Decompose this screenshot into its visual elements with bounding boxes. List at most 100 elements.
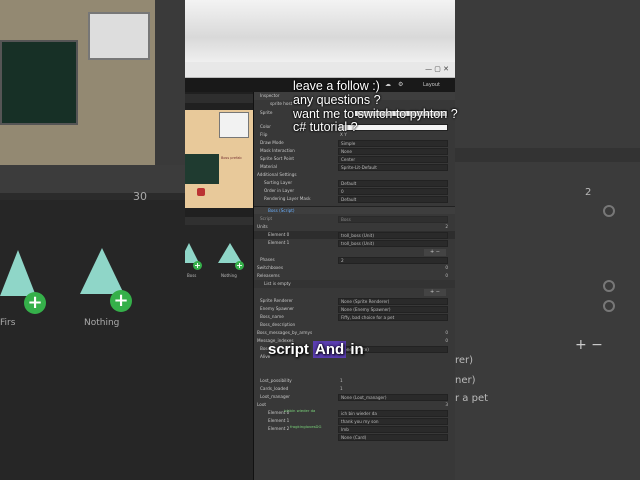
loot-element-2-field[interactable]: lmb	[338, 425, 448, 433]
scene-frame	[219, 112, 249, 138]
script-label: Script	[260, 216, 273, 221]
script-field: Boss	[338, 215, 448, 223]
releasems-row[interactable]: Releasems 0	[254, 272, 455, 280]
mask-dropdown[interactable]: None	[338, 147, 448, 155]
loot-element-1-field[interactable]: thank you my son	[338, 417, 448, 425]
left-bg-asset-label-1: Firs	[0, 318, 16, 328]
inspector-panel: Inspector sprite host Sprite Color Flip X…	[253, 92, 455, 480]
project-asset-label-2: Nothing	[221, 273, 237, 278]
enemyspawner-label: Enemy Spawner	[260, 306, 295, 311]
right-bg-label-1: rer)	[455, 355, 474, 366]
lostpossibility-field[interactable]: 1	[338, 378, 448, 385]
unit-element-0: Element 0 troll_boss (Unit)	[254, 231, 455, 239]
messageindexes-count[interactable]: 0	[445, 337, 448, 345]
cardsloaded-label: Cards_loaded	[260, 386, 289, 391]
bossmessages-label: Boss_messages_by_armys	[257, 330, 313, 335]
left-bg-inspector-edge	[155, 0, 185, 165]
enemyspawner-field[interactable]: None (Enemy Spawner)	[338, 305, 448, 313]
material-label: Material	[260, 164, 278, 169]
order-field[interactable]: 0	[338, 187, 448, 195]
subtitle-word-3: in	[350, 341, 364, 358]
releasems-label: Releasems	[257, 273, 280, 278]
left-bg-board	[0, 40, 78, 125]
loot-element-0-field[interactable]: ich bin wieder da	[338, 409, 448, 417]
layout-dropdown[interactable]: Layout	[423, 82, 440, 88]
left-bg-asset-icon-2	[80, 248, 124, 294]
renderlayer-dropdown[interactable]: Default	[338, 195, 448, 203]
left-bg-asset-label-2: Nothing	[84, 318, 120, 328]
loot-element-2: Element 2 lmb	[254, 425, 455, 433]
units-row[interactable]: Units 2	[254, 223, 455, 231]
unit-element-1-field[interactable]: troll_boss (Unit)	[338, 239, 448, 247]
releasems-count[interactable]: 0	[445, 272, 448, 280]
unit-element-0-field[interactable]: troll_boss (Unit)	[338, 231, 448, 239]
project-asset-icon-1[interactable]	[185, 243, 199, 263]
loot-element-1-label: Element 1	[268, 418, 290, 423]
lootmanager-field[interactable]: None (Loot_manager)	[338, 393, 448, 401]
switchboxes-row[interactable]: Switchboxes 0	[254, 264, 455, 272]
right-bg-label-3: r a pet	[455, 393, 489, 404]
additional-settings-foldout[interactable]: Additional Settings	[254, 171, 455, 179]
object-name: sprite host	[270, 101, 293, 106]
scene-toolbar	[185, 94, 253, 103]
left-bg-asset-icon-1	[0, 250, 36, 296]
cardsloaded-field[interactable]: 1	[338, 386, 448, 393]
sortinglayer-row: Sorting Layer Default	[254, 179, 455, 187]
sortpoint-dropdown[interactable]: Center	[338, 155, 448, 163]
switchboxes-count[interactable]: 0	[445, 264, 448, 272]
scene-board	[185, 154, 219, 184]
project-plus-icon-1: +	[193, 261, 202, 270]
project-asset-icon-2[interactable]	[218, 243, 242, 263]
sprite-label: Sprite	[260, 110, 273, 115]
loot-card-field[interactable]: None (Card)	[338, 433, 448, 441]
window-controls[interactable]: — ▢ ✕	[425, 65, 449, 73]
left-background-panel: 30 + Firs + Nothing	[0, 0, 185, 480]
left-bg-toolbar	[0, 165, 185, 193]
right-background-panel: 2 rer) ner) r a pet + −	[455, 0, 640, 480]
right-bg-plus-minus: + −	[575, 337, 603, 353]
left-bg-project	[0, 200, 185, 480]
spriterenderer-field[interactable]: None (Sprite Renderer)	[338, 297, 448, 305]
boss-component-header[interactable]: Boss (Script)	[254, 206, 455, 214]
spriterenderer-row: Sprite Renderer None (Sprite Renderer)	[254, 297, 455, 305]
phases-field[interactable]: 2	[338, 256, 448, 264]
unit-element-0-label: Element 0	[268, 232, 290, 237]
project-toolbar	[185, 217, 253, 225]
lostpossibility-row: Lost_possibility 1	[254, 377, 455, 385]
phases-label: Phases	[260, 257, 275, 262]
cardsloaded-row: Cards_loaded 1	[254, 385, 455, 393]
switchboxes-label: Switchboxes	[257, 265, 284, 270]
inspector-tab[interactable]: Inspector	[260, 92, 280, 100]
subtitle-caption: script And in	[268, 341, 364, 358]
list-empty-label: List is empty	[264, 281, 291, 286]
cloud-icon[interactable]: ☁	[385, 81, 391, 88]
releasems-plus-minus[interactable]: + −	[424, 289, 446, 296]
boss-component-title: Boss (Script)	[268, 208, 295, 213]
material-field[interactable]: Sprite-Lit-Default	[338, 163, 448, 171]
gear-icon[interactable]: ⚙	[398, 81, 403, 88]
lootmanager-row: Loot_manager None (Loot_manager)	[254, 393, 455, 401]
list-empty-row: List is empty	[254, 280, 455, 288]
right-bg-target-icon	[603, 205, 615, 217]
left-bg-frame	[88, 12, 150, 60]
mask-label: Mask Interaction	[260, 148, 295, 153]
right-bg-num: 2	[585, 187, 592, 198]
units-plus-minus[interactable]: + −	[424, 249, 446, 256]
loot-card-row: None (Card)	[254, 433, 455, 441]
scene-view[interactable]: Boss prefab	[185, 110, 253, 208]
flip-label: Flip	[260, 132, 268, 137]
bossmessages-row[interactable]: Boss_messages_by_armys 0	[254, 329, 455, 337]
bossmessages-count[interactable]: 0	[445, 329, 448, 337]
units-count[interactable]: 2	[445, 223, 448, 231]
sortinglayer-dropdown[interactable]: Default	[338, 179, 448, 187]
loot-count[interactable]: 3	[445, 401, 448, 409]
unit-element-1: Element 1 troll_boss (Unit)	[254, 239, 455, 247]
phases-row: Phases 2	[254, 256, 455, 264]
drawmode-dropdown[interactable]: Simple	[338, 139, 448, 147]
bossdesc-row: Boss_description	[254, 321, 455, 329]
enemyspawner-row: Enemy Spawner None (Enemy Spawner)	[254, 305, 455, 313]
sortpoint-row: Sprite Sort Point Center	[254, 155, 455, 163]
bossname-label: Boss_name	[260, 314, 284, 319]
bossname-field[interactable]: Fiffy, bad choice for a pet	[338, 313, 448, 321]
chat-user-1: ichbin wieder da	[284, 408, 316, 413]
